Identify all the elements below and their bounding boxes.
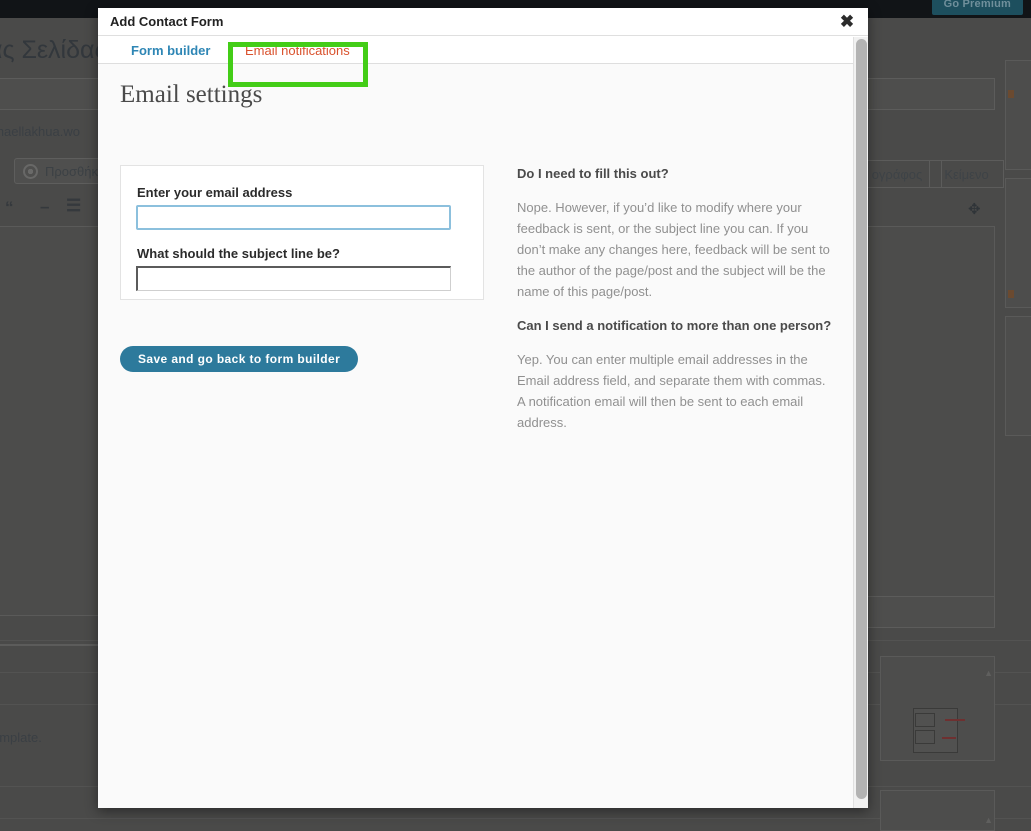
faq-answer-1: Nope. However, if you’d like to modify w… xyxy=(517,199,830,299)
modal-body: Form builder Email notifications Email s… xyxy=(98,37,868,808)
modal-titlebar: Add Contact Form ✖ xyxy=(98,8,868,36)
lower-metabox xyxy=(880,790,995,831)
subject-line-input[interactable] xyxy=(136,266,451,291)
quote-icon: “ xyxy=(5,198,14,217)
page-title: Email settings xyxy=(120,81,263,108)
tab-form-builder[interactable]: Form builder xyxy=(131,37,210,64)
faq-answer-2: Yep. You can enter multiple email addres… xyxy=(517,351,826,430)
modal-scrollbar-track[interactable] xyxy=(853,37,868,808)
email-address-label: Enter your email address xyxy=(137,185,293,200)
tab-email-notifications[interactable]: Email notifications xyxy=(245,37,350,64)
modal-tabbar: Form builder Email notifications xyxy=(98,37,868,87)
add-contact-form-modal: Add Contact Form ✖ Form builder Email no… xyxy=(98,8,868,808)
modal-scrollbar-thumb[interactable] xyxy=(856,39,867,799)
close-icon[interactable]: ✖ xyxy=(836,11,858,33)
horizontal-rule-icon: – xyxy=(40,197,50,216)
fullscreen-icon: ✥ xyxy=(968,201,981,218)
faq-question-2: Can I send a notification to more than o… xyxy=(517,318,832,333)
email-address-input[interactable] xyxy=(136,205,451,230)
editor-tab-text: Κείμενο xyxy=(929,160,1004,188)
template-text: emplate. xyxy=(0,730,42,745)
metabox-collapse-icon: ▲ xyxy=(984,668,993,678)
add-media-icon xyxy=(23,164,38,179)
save-and-go-back-button[interactable]: Save and go back to form builder xyxy=(120,346,359,372)
modal-title: Add Contact Form xyxy=(110,14,224,29)
subject-line-label: What should the subject line be? xyxy=(137,246,340,261)
email-settings-card: Enter your email address What should the… xyxy=(120,165,484,300)
metabox-collapse-icon-2: ▲ xyxy=(984,815,993,825)
align-left-icon: ☰ xyxy=(66,196,82,215)
post-title-text: ας Σελίδας xyxy=(0,36,107,64)
faq-item-1: Do I need to fill this out? Nope. Howeve… xyxy=(517,165,832,302)
permalink-text: //maellakhua.wo xyxy=(0,124,80,139)
faq-question-1: Do I need to fill this out? xyxy=(517,166,669,181)
faq-item-2: Can I send a notification to more than o… xyxy=(517,317,832,433)
go-premium-button[interactable]: Go Premium xyxy=(931,0,1023,15)
add-media-label: Προσθήκ xyxy=(45,164,98,179)
